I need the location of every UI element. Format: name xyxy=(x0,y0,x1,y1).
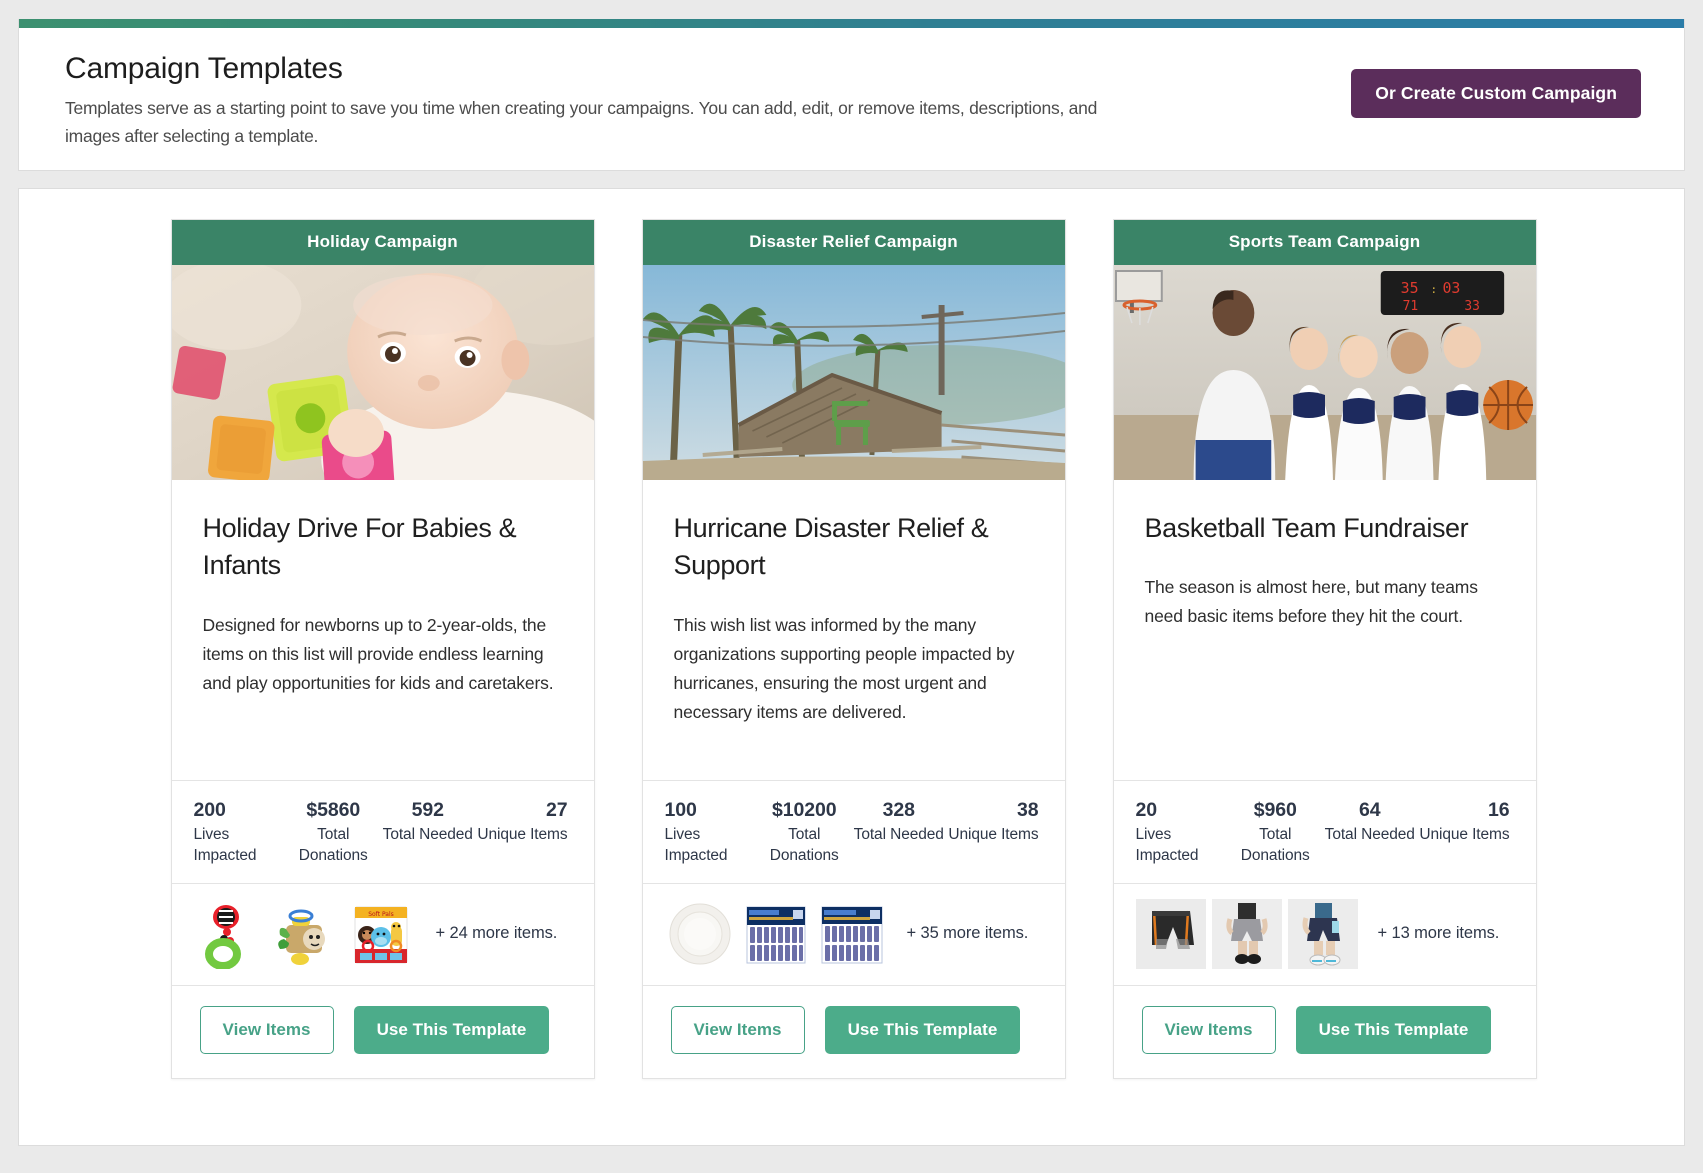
templates-panel: Holiday Campaign Holiday Drive For Babie… xyxy=(18,188,1685,1146)
card-badge: Disaster Relief Campaign xyxy=(642,220,1065,265)
use-this-template-button[interactable]: Use This Template xyxy=(1295,1005,1492,1054)
template-card[interactable]: Holiday Campaign Holiday Drive For Babie… xyxy=(170,219,595,1079)
card-text-body: Holiday Drive For Babies & Infants Desig… xyxy=(172,480,594,780)
stat-total-donations: $960 Total Donations xyxy=(1230,797,1321,867)
view-items-button[interactable]: View Items xyxy=(670,1005,805,1054)
card-actions: View Items Use This Template xyxy=(1113,984,1536,1078)
stat-label: Total Donations xyxy=(298,826,368,864)
card-text-body: Basketball Team Fundraiser The season is… xyxy=(1114,480,1536,780)
baby-rattle-teether-thumb xyxy=(194,899,264,970)
hurricane-damaged-houses-photo xyxy=(642,265,1065,480)
soft-pals-toy-set-thumb: Soft Pals xyxy=(346,899,416,969)
stat-unique-items: 16 Unique Items xyxy=(1419,797,1510,867)
more-items-count: + 35 more items. xyxy=(906,924,1029,943)
card-stats: 100 Lives Impacted $10200 Total Donation… xyxy=(642,780,1065,883)
stat-label: Unique Items xyxy=(948,826,1039,844)
use-this-template-button[interactable]: Use This Template xyxy=(824,1005,1021,1054)
card-item-previews: + 13 more items. xyxy=(1113,882,1536,985)
campaign-templates-header-panel: Campaign Templates Templates serve as a … xyxy=(18,19,1685,171)
aa-battery-pack-thumb xyxy=(741,899,811,969)
stat-label: Total Needed xyxy=(853,826,944,844)
more-items-count: + 24 more items. xyxy=(435,924,558,943)
stat-label: Total Needed xyxy=(1324,826,1415,844)
card-stats: 200 Lives Impacted $5860 Total Donations… xyxy=(171,780,594,883)
svg-text:71: 71 xyxy=(1402,299,1418,314)
svg-text:03: 03 xyxy=(1442,279,1460,297)
stat-value: 64 xyxy=(1359,799,1381,821)
card-description: The season is almost here, but many team… xyxy=(1144,577,1478,627)
stat-lives-impacted: 100 Lives Impacted xyxy=(665,797,756,867)
stat-total-needed: 328 Total Needed xyxy=(854,797,945,867)
stat-value: 200 xyxy=(193,799,226,821)
view-items-button[interactable]: View Items xyxy=(1141,1005,1276,1054)
navy-athletic-shorts-thumb xyxy=(1287,899,1358,970)
template-card[interactable]: Sports Team Campaign 35: 03 71 33 Baske… xyxy=(1112,219,1537,1079)
stat-label: Lives Impacted xyxy=(664,826,728,864)
stat-value: 592 xyxy=(411,799,444,821)
stat-unique-items: 38 Unique Items xyxy=(948,797,1039,867)
paper-plate-thumb xyxy=(665,899,735,969)
stat-value: 27 xyxy=(546,799,568,821)
svg-text:33: 33 xyxy=(1464,299,1480,314)
card-item-previews: Soft Pals + 24 more items. xyxy=(171,882,594,985)
card-actions: View Items Use This Template xyxy=(642,984,1065,1078)
stat-label: Unique Items xyxy=(477,826,568,844)
stat-label: Lives Impacted xyxy=(1135,826,1199,864)
svg-text:Soft Pals: Soft Pals xyxy=(368,911,394,918)
card-actions: View Items Use This Template xyxy=(171,984,594,1078)
basketball-team-huddle-photo: 35 : 03 71 33 xyxy=(1113,265,1536,480)
stat-value: 16 xyxy=(1488,799,1510,821)
stat-total-needed: 64 Total Needed xyxy=(1325,797,1416,867)
card-stats: 20 Lives Impacted $960 Total Donations 6… xyxy=(1113,780,1536,883)
stat-value: 328 xyxy=(882,799,915,821)
stat-value: 38 xyxy=(1017,799,1039,821)
stat-total-donations: $10200 Total Donations xyxy=(759,797,850,867)
template-card[interactable]: Disaster Relief Campaign Hurricane Disas… xyxy=(641,219,1066,1079)
gray-athletic-shorts-thumb xyxy=(1211,899,1282,970)
page-subtitle: Templates serve as a starting point to s… xyxy=(65,98,1098,147)
baby-with-blocks-photo xyxy=(171,265,594,480)
create-custom-campaign-button[interactable]: Or Create Custom Campaign xyxy=(1351,69,1641,118)
stat-lives-impacted: 20 Lives Impacted xyxy=(1136,797,1227,867)
stat-label: Unique Items xyxy=(1419,826,1510,844)
stat-value: 20 xyxy=(1135,799,1158,821)
card-description: This wish list was informed by the many … xyxy=(673,614,1015,722)
black-athletic-shorts-thumb xyxy=(1135,899,1206,970)
card-text-body: Hurricane Disaster Relief & Support This… xyxy=(643,480,1065,780)
stat-label: Lives Impacted xyxy=(193,826,257,864)
stat-total-needed: 592 Total Needed xyxy=(383,797,474,867)
card-badge: Sports Team Campaign xyxy=(1113,220,1536,265)
stat-label: Total Donations xyxy=(769,826,839,864)
stat-value: $5860 xyxy=(306,799,361,821)
card-title: Holiday Drive For Babies & Infants xyxy=(202,513,517,581)
more-items-count: + 13 more items. xyxy=(1377,924,1500,943)
stat-label: Total Needed xyxy=(382,826,473,844)
svg-text::: : xyxy=(1430,283,1437,296)
svg-text:35: 35 xyxy=(1400,279,1418,297)
use-this-template-button[interactable]: Use This Template xyxy=(353,1005,550,1054)
card-title: Basketball Team Fundraiser xyxy=(1144,513,1469,543)
stat-value: $10200 xyxy=(772,799,837,821)
plush-activity-cube-thumb xyxy=(270,899,340,969)
header-content: Campaign Templates Templates serve as a … xyxy=(19,19,1684,151)
stat-value: 100 xyxy=(664,799,697,821)
card-badge: Holiday Campaign xyxy=(171,220,594,265)
stat-value: $960 xyxy=(1253,799,1297,821)
stat-lives-impacted: 200 Lives Impacted xyxy=(194,797,285,867)
card-item-previews: + 35 more items. xyxy=(642,882,1065,985)
template-card-list: Holiday Campaign Holiday Drive For Babie… xyxy=(19,219,1684,1079)
card-title: Hurricane Disaster Relief & Support xyxy=(673,513,989,581)
card-description: Designed for newborns up to 2-year-olds,… xyxy=(202,614,554,693)
page-root: Campaign Templates Templates serve as a … xyxy=(0,19,1703,1173)
stat-unique-items: 27 Unique Items xyxy=(477,797,568,867)
aaa-battery-pack-thumb xyxy=(817,899,887,969)
view-items-button[interactable]: View Items xyxy=(199,1005,334,1054)
stat-total-donations: $5860 Total Donations xyxy=(288,797,379,867)
stat-label: Total Donations xyxy=(1240,826,1310,864)
